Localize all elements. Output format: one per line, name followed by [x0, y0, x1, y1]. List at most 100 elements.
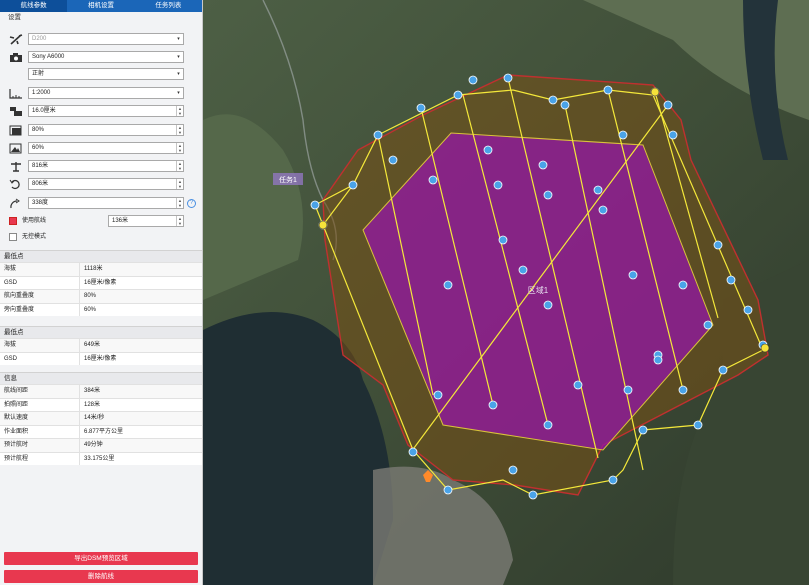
waypoint-marker[interactable] [453, 90, 463, 100]
aircraft-select[interactable]: D200 ▾ [28, 33, 184, 45]
waypoint-marker[interactable] [348, 180, 358, 190]
scale-icon [9, 89, 22, 99]
waypoint-marker[interactable] [443, 280, 453, 290]
waypoint-marker[interactable] [593, 185, 603, 195]
chevron-down-icon: ▾ [177, 71, 180, 77]
spinner-icon[interactable]: ▲ ▼ [176, 125, 183, 135]
scale-value: 1:2000 [32, 90, 51, 96]
route-endpoint-marker[interactable] [318, 220, 328, 230]
waypoint-marker[interactable] [543, 300, 553, 310]
tab-task-list[interactable]: 任务列表 [135, 0, 202, 12]
row-value: 80% [84, 293, 97, 299]
altitude-input[interactable]: 816米 ▲ ▼ [28, 160, 184, 172]
panel-tabs: 航线参数 相机设置 任务列表 [0, 0, 202, 12]
map-canvas[interactable]: 任务1 区域1 [203, 0, 809, 585]
waypoint-marker[interactable] [488, 400, 498, 410]
heading-input[interactable]: 338度 ▲ ▼ [28, 197, 184, 209]
waypoint-marker[interactable] [493, 180, 503, 190]
waypoint-marker[interactable] [638, 425, 648, 435]
waypoint-marker[interactable] [428, 175, 438, 185]
row-key: GSD [0, 352, 80, 365]
spinner-icon[interactable]: ▲ ▼ [176, 106, 183, 116]
waypoint-marker[interactable] [388, 155, 398, 165]
waypoint-marker[interactable] [416, 103, 426, 113]
waypoint-marker[interactable] [618, 130, 628, 140]
export-dsm-button[interactable]: 导出DSM预览区域 [4, 552, 198, 565]
row-key: 海拔 [0, 263, 80, 276]
spinner-icon[interactable]: ▲ ▼ [176, 179, 183, 189]
waypoint-marker[interactable] [668, 130, 678, 140]
waypoint-marker[interactable] [518, 265, 528, 275]
gsd-icon [10, 107, 22, 116]
waypoint-marker[interactable] [408, 447, 418, 457]
side-overlap-input[interactable]: 60% ▲ ▼ [28, 142, 184, 154]
waypoint-marker[interactable] [528, 490, 538, 500]
delete-route-button[interactable]: 删除航线 [4, 570, 198, 583]
waypoint-marker[interactable] [433, 390, 443, 400]
route-endpoint-marker[interactable] [760, 343, 770, 353]
highest-point-title: 最低点 [0, 250, 202, 262]
gsd-input[interactable]: 16.0厘米 ▲ ▼ [28, 105, 184, 117]
highest-point-table: 最低点 海拔 1118米 GSD 16厘米/像素 航向重叠度 80% 旁向重叠度 60% [0, 250, 202, 316]
map-view[interactable]: 任务1 区域1 [203, 0, 809, 585]
waypoint-marker[interactable] [543, 190, 553, 200]
waypoint-marker[interactable] [608, 475, 618, 485]
spinner-icon[interactable]: ▲ ▼ [176, 216, 183, 226]
waypoint-marker[interactable] [726, 275, 736, 285]
use-route-checkbox[interactable] [9, 217, 17, 225]
row-value: 49分钟 [84, 442, 103, 448]
row-value: 1118米 [84, 266, 103, 272]
waypoint-marker[interactable] [628, 270, 638, 280]
waypoint-marker[interactable] [543, 420, 553, 430]
altitude-icon [11, 162, 21, 172]
waypoint-marker[interactable] [548, 95, 558, 105]
waypoint-marker[interactable] [498, 235, 508, 245]
heading-icon [10, 198, 20, 209]
spinner-icon[interactable]: ▲ ▼ [176, 161, 183, 171]
waypoint-marker[interactable] [713, 240, 723, 250]
aircraft-value: D200 [32, 36, 47, 42]
waypoint-marker[interactable] [678, 385, 688, 395]
waypoint-marker[interactable] [503, 73, 513, 83]
waypoint-marker[interactable] [653, 355, 663, 365]
waypoint-marker[interactable] [718, 365, 728, 375]
waypoint-marker[interactable] [663, 100, 673, 110]
waypoint-marker[interactable] [743, 305, 753, 315]
tab-route-params[interactable]: 航线参数 [0, 0, 68, 12]
waypoint-marker[interactable] [598, 205, 608, 215]
waypoint-marker[interactable] [310, 200, 320, 210]
waypoint-marker[interactable] [538, 160, 548, 170]
waypoint-marker[interactable] [483, 145, 493, 155]
table-row: 预计航程 33.175公里 [0, 451, 202, 465]
no-control-checkbox[interactable] [9, 233, 17, 241]
side-overlap-row: 60% ▲ ▼ [8, 142, 184, 155]
waypoint-marker[interactable] [623, 385, 633, 395]
front-overlap-value: 80% [32, 127, 45, 133]
camera-select[interactable]: Sony A6000 ▾ [28, 51, 184, 63]
help-icon[interactable]: ? [187, 199, 196, 208]
waypoint-marker[interactable] [678, 280, 688, 290]
waypoint-marker[interactable] [703, 320, 713, 330]
tab-camera-settings[interactable]: 相机设置 [67, 0, 134, 12]
front-overlap-input[interactable]: 80% ▲ ▼ [28, 124, 184, 136]
parameter-panel: 航线参数 相机设置 任务列表 设置 D200 ▾ Sony A6000 ▾ 正射 ▾ … [0, 0, 203, 585]
table-row: 旁向重叠度 60% [0, 302, 202, 316]
waypoint-marker[interactable] [443, 485, 453, 495]
waypoint-marker[interactable] [603, 85, 613, 95]
spinner-icon[interactable]: ▲ ▼ [176, 198, 183, 208]
waypoint-marker[interactable] [693, 420, 703, 430]
altitude2-input[interactable]: 806米 ▲ ▼ [28, 178, 184, 190]
use-route-input[interactable]: 136米 ▲ ▼ [108, 215, 184, 227]
waypoint-marker[interactable] [508, 465, 518, 475]
row-key: 旁向重叠度 [0, 303, 80, 316]
spinner-icon[interactable]: ▲ ▼ [176, 143, 183, 153]
waypoint-marker[interactable] [373, 130, 383, 140]
waypoint-marker[interactable] [573, 380, 583, 390]
table-row: 拍照间距 128米 [0, 397, 202, 411]
route-endpoint-marker[interactable] [650, 87, 660, 97]
scale-select[interactable]: 1:2000 ▾ [28, 87, 184, 99]
mount-select[interactable]: 正射 ▾ [28, 68, 184, 80]
waypoint-marker[interactable] [468, 75, 478, 85]
row-key: 作业面积 [0, 425, 80, 438]
waypoint-marker[interactable] [560, 100, 570, 110]
